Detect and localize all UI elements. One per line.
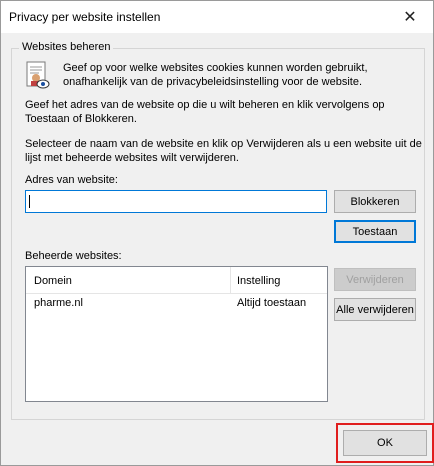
managed-websites-label: Beheerde websites: [25,250,122,262]
setting-cell: Altijd toestaan [237,297,307,309]
allow-button[interactable]: Toestaan [334,220,416,243]
column-separator[interactable] [230,267,231,293]
remove-all-button-label: Alle verwijderen [336,303,414,316]
block-button[interactable]: Blokkeren [334,190,416,213]
column-header-domain[interactable]: Domein [34,275,72,287]
column-header-setting[interactable]: Instelling [237,275,280,287]
list-header: Domein Instelling [26,267,327,294]
text-caret [29,195,30,208]
website-address-input[interactable] [25,190,327,213]
table-row[interactable]: pharme.nl Altijd toestaan [26,294,327,312]
instruction-2-line-1: Selecteer de naam van de website en klik… [25,138,422,150]
domain-cell: pharme.nl [34,297,83,309]
dialog-title: Privacy per website instellen [9,10,161,24]
group-legend: Websites beheren [19,41,114,53]
remove-all-button[interactable]: Alle verwijderen [334,298,416,321]
instruction-1-line-1: Geef het adres van de website op die u w… [25,99,385,111]
allow-button-label: Toestaan [352,225,398,238]
managed-websites-list[interactable]: Domein Instelling pharme.nl Altijd toest… [25,266,328,402]
instruction-2-line-2: lijst met beheerde websites wilt verwijd… [25,152,239,164]
close-button[interactable]: ✕ [387,1,433,33]
description-line-1: Geef op voor welke websites cookies kunn… [63,62,368,74]
privacy-document-eye-icon [26,61,50,89]
block-button-label: Blokkeren [350,195,400,208]
remove-button-label: Verwijderen [346,273,404,286]
ok-highlight-box [336,423,434,463]
instruction-1-line-2: Toestaan of Blokkeren. [25,113,137,125]
description-line-2: onafhankelijk van de privacybeleidsinste… [63,76,363,88]
close-icon: ✕ [403,9,417,26]
remove-button[interactable]: Verwijderen [334,268,416,291]
privacy-dialog: Privacy per website instellen ✕ Websites… [0,0,434,466]
title-bar: Privacy per website instellen ✕ [1,1,433,33]
address-label: Adres van website: [25,174,118,186]
